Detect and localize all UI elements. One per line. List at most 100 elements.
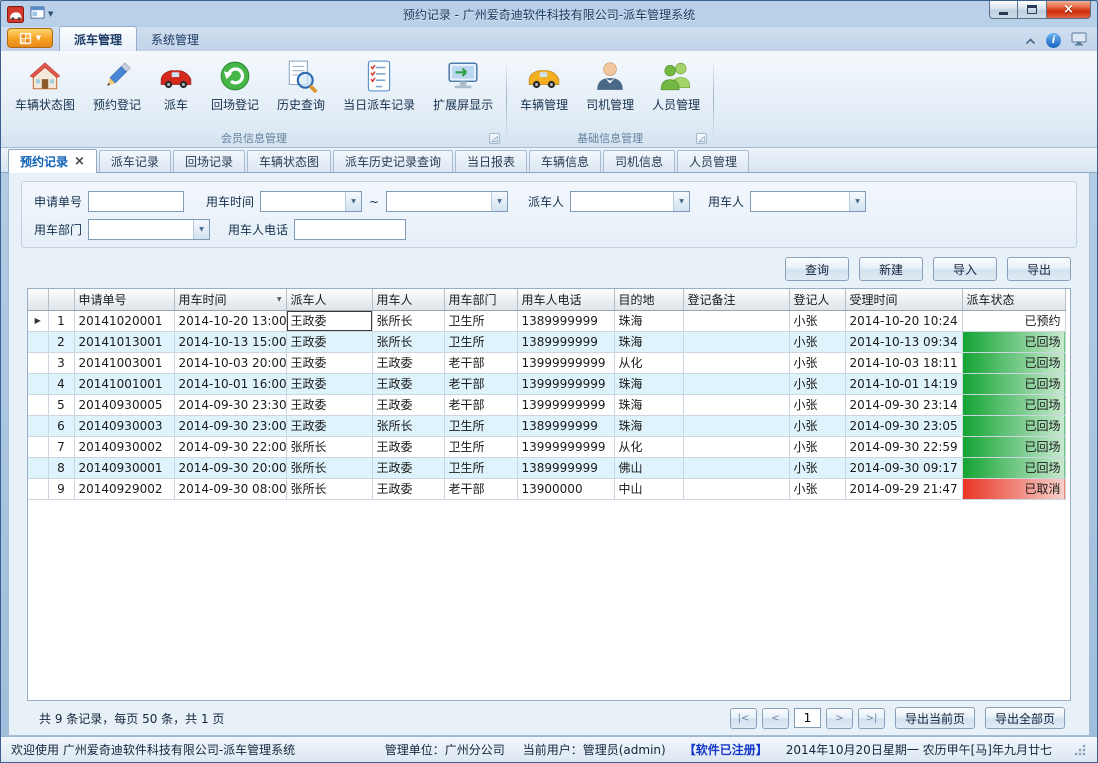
cell-use-time[interactable]: 2014-10-20 13:00 [174,310,286,331]
ribbon-button-people[interactable]: 人员管理 [644,54,708,131]
cell-request-no[interactable]: 20141020001 [74,310,174,331]
license-status-link[interactable]: 【软件已注册】 [684,741,768,758]
cell-destination[interactable]: 珠海 [614,331,683,352]
cell-accept-time[interactable]: 2014-09-30 22:59 [845,436,962,457]
cell-dispatcher[interactable]: 张所长 [286,457,372,478]
resize-grip[interactable] [1074,743,1087,756]
use-time-to-input[interactable] [387,192,491,211]
cell-remark[interactable] [683,436,789,457]
table-row[interactable]: 7201409300022014-09-30 22:00张所长王政委卫生所139… [28,436,1065,457]
export-button[interactable]: 导出 [1007,257,1071,281]
cell-registrar[interactable]: 小张 [789,457,845,478]
cell-status[interactable]: 已回场 [962,457,1065,478]
cell-request-no[interactable]: 20141001001 [74,373,174,394]
cell-user[interactable]: 王政委 [372,478,444,499]
cell-accept-time[interactable]: 2014-09-29 21:47 [845,478,962,499]
ribbon-collapse-icon[interactable] [1025,34,1036,48]
column-filter-icon[interactable]: ▼ [277,296,282,303]
doc-tab-dispatch-history-query[interactable]: 派车历史记录查询 [333,150,453,172]
table-row[interactable]: 9201409290022014-09-30 08:00张所长王政委老干部139… [28,478,1065,499]
doc-tab-vehicle-info[interactable]: 车辆信息 [529,150,601,172]
help-icon[interactable]: i [1046,33,1061,48]
cell-request-no[interactable]: 20140929002 [74,478,174,499]
cell-use-time[interactable]: 2014-09-30 23:30 [174,394,286,415]
export-all-pages-button[interactable]: 导出全部页 [985,707,1065,729]
cell-phone[interactable]: 13999999999 [517,373,614,394]
cell-user[interactable]: 张所长 [372,331,444,352]
ribbon-button-recycle[interactable]: 回场登记 [203,54,267,131]
cell-dept[interactable]: 老干部 [444,373,517,394]
cell-remark[interactable] [683,331,789,352]
cell-status[interactable]: 已回场 [962,415,1065,436]
column-header-destination[interactable]: 目的地 [614,289,683,310]
cell-accept-time[interactable]: 2014-09-30 23:05 [845,415,962,436]
cell-destination[interactable]: 珠海 [614,373,683,394]
cell-status[interactable]: 已回场 [962,373,1065,394]
minimize-button[interactable] [989,1,1018,19]
cell-registrar[interactable]: 小张 [789,415,845,436]
cell-accept-time[interactable]: 2014-09-30 09:17 [845,457,962,478]
table-row[interactable]: ▶1201410200012014-10-20 13:00王政委张所长卫生所13… [28,310,1065,331]
dispatcher-input[interactable] [571,192,673,211]
ribbon-button-monitor[interactable]: 扩展屏显示 [425,54,501,131]
cell-user[interactable]: 王政委 [372,394,444,415]
table-row[interactable]: 8201409300012014-09-30 20:00张所长王政委卫生所138… [28,457,1065,478]
cell-phone[interactable]: 13999999999 [517,436,614,457]
user-combo[interactable]: ▼ [750,191,866,212]
qat-dropdown-icon[interactable]: ▼ [48,10,53,18]
table-row[interactable]: 6201409300032014-09-30 23:00王政委张所长卫生所138… [28,415,1065,436]
phone-input[interactable] [294,219,406,240]
column-header-phone[interactable]: 用车人电话 [517,289,614,310]
cell-remark[interactable] [683,457,789,478]
first-page-button[interactable]: |< [730,708,757,729]
cell-remark[interactable] [683,415,789,436]
cell-use-time[interactable]: 2014-09-30 08:00 [174,478,286,499]
column-header-dispatcher[interactable]: 派车人 [286,289,372,310]
dept-combo[interactable]: ▼ [88,219,210,240]
ribbon-button-house[interactable]: 车辆状态图 [7,54,83,131]
use-time-from-input[interactable] [261,192,345,211]
request-no-input[interactable] [88,191,184,212]
cell-registrar[interactable]: 小张 [789,478,845,499]
chevron-down-icon[interactable]: ▼ [849,192,865,211]
cell-accept-time[interactable]: 2014-10-01 14:19 [845,373,962,394]
cell-phone[interactable]: 1389999999 [517,457,614,478]
cell-registrar[interactable]: 小张 [789,373,845,394]
cell-dept[interactable]: 卫生所 [444,457,517,478]
cell-remark[interactable] [683,310,789,331]
cell-destination[interactable]: 中山 [614,478,683,499]
dept-input[interactable] [89,220,193,239]
close-button[interactable]: × [1047,1,1091,19]
cell-dept[interactable]: 老干部 [444,352,517,373]
cell-user[interactable]: 王政委 [372,436,444,457]
cell-destination[interactable]: 珠海 [614,310,683,331]
cell-remark[interactable] [683,373,789,394]
close-tab-icon[interactable]: × [74,157,85,167]
cell-destination[interactable]: 从化 [614,436,683,457]
cell-remark[interactable] [683,478,789,499]
cell-status[interactable]: 已预约 [962,310,1065,331]
prev-page-button[interactable]: < [762,708,789,729]
user-input[interactable] [751,192,849,211]
ribbon-tab-dispatch-management[interactable]: 派车管理 [59,26,137,51]
cell-accept-time[interactable]: 2014-09-30 23:14 [845,394,962,415]
ribbon-tab-system-management[interactable]: 系统管理 [137,27,213,51]
cell-use-time[interactable]: 2014-09-30 20:00 [174,457,286,478]
cell-user[interactable]: 王政委 [372,373,444,394]
cell-destination[interactable]: 佛山 [614,457,683,478]
cell-request-no[interactable]: 20141013001 [74,331,174,352]
cell-dept[interactable]: 卫生所 [444,415,517,436]
column-header-accept-time[interactable]: 受理时间 [845,289,962,310]
maximize-button[interactable] [1018,1,1047,19]
dialog-launcher-icon[interactable]: ◿ [489,133,500,144]
cell-registrar[interactable]: 小张 [789,436,845,457]
cell-status[interactable]: 已取消 [962,478,1065,499]
ribbon-button-driver[interactable]: 司机管理 [578,54,642,131]
cell-user[interactable]: 王政委 [372,352,444,373]
cell-dept[interactable]: 老干部 [444,478,517,499]
cell-status[interactable]: 已回场 [962,394,1065,415]
cell-dept[interactable]: 老干部 [444,394,517,415]
cell-accept-time[interactable]: 2014-10-13 09:34 [845,331,962,352]
cell-dispatcher[interactable]: 王政委 [286,394,372,415]
chevron-down-icon[interactable]: ▼ [345,192,361,211]
